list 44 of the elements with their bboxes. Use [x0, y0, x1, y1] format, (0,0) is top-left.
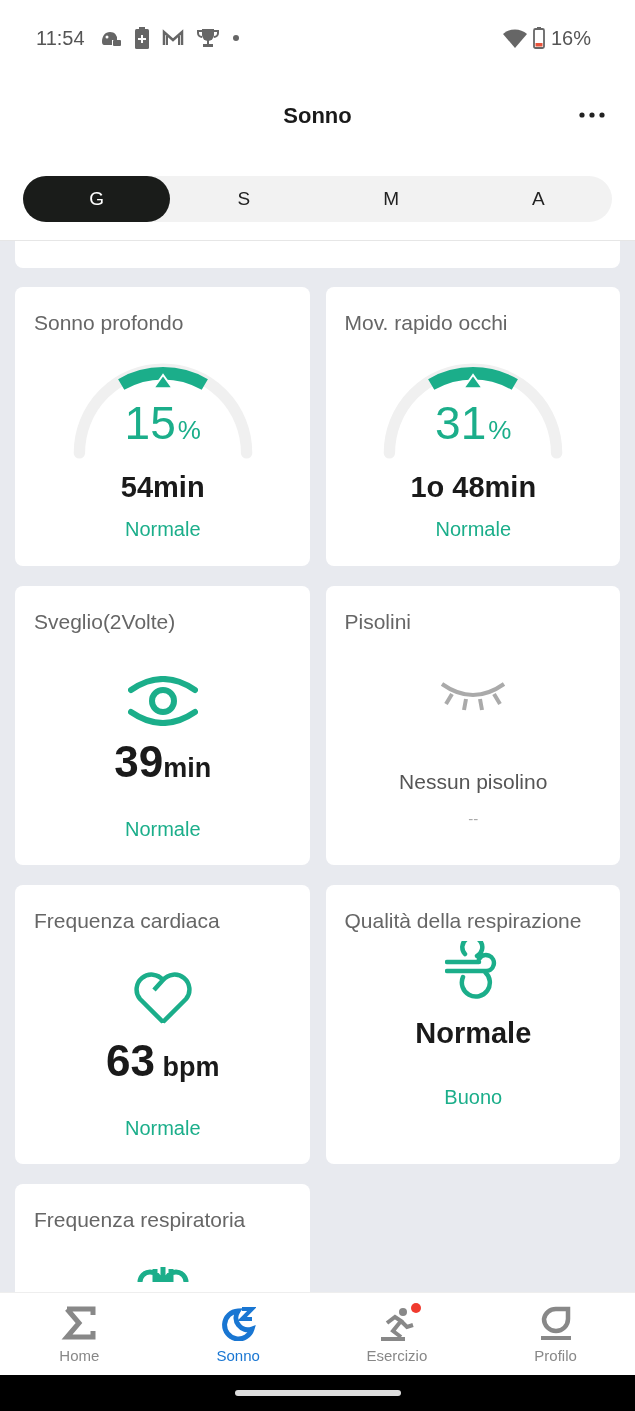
mail-icon: [161, 29, 184, 47]
card-title: Pisolini: [344, 609, 412, 635]
wifi-icon: [502, 28, 527, 48]
nav-icon: [220, 1304, 257, 1341]
dot-icon: [231, 34, 240, 42]
metric-value: 39min: [114, 736, 212, 788]
duration-value: 54min: [120, 471, 205, 504]
empty-message: Nessun pisolino: [399, 770, 548, 794]
period-tab[interactable]: A: [464, 176, 612, 222]
status-label: Normale: [124, 818, 201, 841]
more-icon: [579, 112, 605, 118]
card-title: Mov. rapido occhi: [344, 310, 508, 336]
status-label: Buono: [444, 1086, 503, 1109]
metric-value: 63 bpm: [106, 1035, 220, 1087]
card-title: Frequenza cardiaca: [34, 908, 220, 934]
battery-saver-icon: [134, 27, 149, 49]
percentage-value: 31%: [435, 396, 512, 451]
battery-percentage: 16%: [550, 26, 591, 50]
status-label: Normale: [435, 518, 512, 541]
trophy-icon: [196, 28, 219, 48]
screen-title: Sonno: [283, 103, 352, 129]
duration-value: 1o 48min: [410, 471, 537, 504]
nav-tab[interactable]: Sonno: [158, 1293, 318, 1375]
nav-tab[interactable]: Esercizio: [317, 1293, 477, 1375]
period-tab[interactable]: S: [170, 176, 318, 222]
status-label: Normale: [124, 1117, 201, 1140]
period-tab[interactable]: M: [317, 176, 465, 222]
more-button[interactable]: [577, 110, 607, 120]
nav-tab[interactable]: Profilo: [476, 1293, 635, 1375]
card-title: Sonno profondo: [34, 310, 184, 336]
status-label: Normale: [124, 518, 201, 541]
clock: 11:54: [36, 26, 85, 50]
nav-icon: [61, 1304, 98, 1341]
heart-icon: [132, 971, 193, 1025]
battery-icon: [532, 27, 545, 49]
percentage-value: 15%: [124, 396, 201, 451]
eye-icon: [127, 676, 198, 726]
metric-value: Normale: [415, 1017, 532, 1050]
card-title: Frequenza respiratoria: [34, 1207, 246, 1233]
card-title: Sveglio(2Volte): [34, 609, 176, 635]
nav-tab[interactable]: Home: [0, 1293, 159, 1375]
period-tab[interactable]: G: [23, 176, 171, 222]
card-title: Qualità della respirazione: [344, 908, 582, 934]
status-label: --: [468, 810, 479, 827]
